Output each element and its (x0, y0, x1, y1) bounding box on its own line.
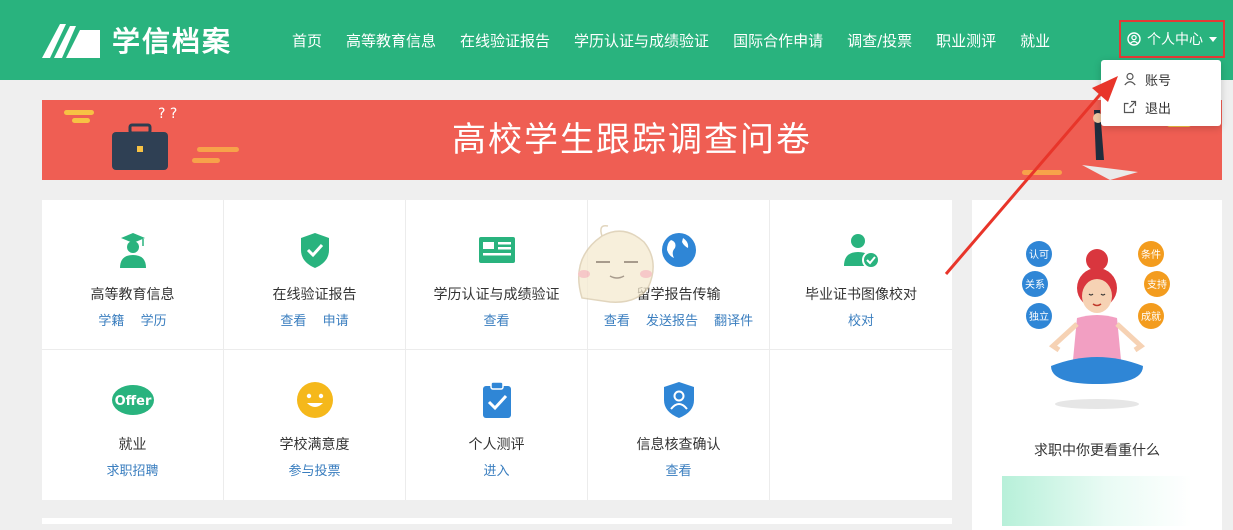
mascot-watermark-icon (578, 224, 654, 303)
link-view[interactable]: 查看 (604, 314, 630, 329)
logo-text: 学信档案 (112, 25, 233, 58)
service-title: 个人测评 (468, 437, 525, 453)
shield-user-icon (663, 382, 694, 418)
sidebar-caption: 求职中你更看重什么 (1034, 443, 1160, 459)
sidebar-card[interactable]: 认可 关系 独立 条件 支持 成就 求职中你更看重什么 (972, 200, 1222, 530)
nav-home[interactable]: 首页 (292, 30, 322, 51)
smiley-icon (296, 382, 333, 418)
offer-icon: Offer (111, 385, 154, 415)
bubble-text: 独立 (1029, 310, 1049, 323)
service-employment[interactable]: Offer 就业 求职招聘 (42, 350, 224, 500)
user-center-menu[interactable]: 个人中心 (1119, 20, 1225, 58)
service-title: 毕业证书图像校对 (805, 287, 917, 303)
bubble-text: 关系 (1025, 278, 1045, 291)
user-circle-icon (1127, 32, 1141, 46)
nav-employment[interactable]: 就业 (1020, 30, 1050, 51)
service-title: 高等教育信息 (90, 287, 175, 303)
dropdown-item-logout[interactable]: 退出 (1101, 93, 1221, 121)
offer-icon-text: Offer (114, 394, 151, 409)
service-degree-certification[interactable]: 学历认证与成绩验证 查看 (406, 200, 588, 350)
service-grid: 高等教育信息 学籍 学历 在线验证报告 查看 申请 学历认证与成绩验证 查看 留… (42, 200, 952, 500)
graduate-icon (119, 233, 146, 268)
id-card-icon (478, 237, 515, 263)
survey-banner[interactable]: ? ? 高校学生跟踪调查问卷 (42, 100, 1222, 180)
logout-icon (1123, 100, 1137, 114)
link-send-report[interactable]: 发送报告 (646, 314, 698, 329)
nav-survey-vote[interactable]: 调查/投票 (847, 30, 912, 51)
logo-icon (42, 24, 100, 58)
service-school-satisfaction[interactable]: 学校满意度 参与投票 (224, 350, 406, 500)
service-diploma-image-check[interactable]: 毕业证书图像校对 校对 (770, 200, 952, 350)
bubble-text: 条件 (1141, 248, 1161, 261)
user-check-icon (844, 234, 880, 269)
user-icon (1124, 72, 1136, 86)
bubble-text: 支持 (1147, 278, 1167, 291)
bubble-text: 认可 (1029, 248, 1049, 261)
user-dropdown: 账号 退出 (1101, 60, 1221, 126)
service-info-verification[interactable]: 信息核查确认 查看 (588, 350, 770, 500)
link-enter[interactable]: 进入 (483, 464, 509, 479)
service-online-verification-report[interactable]: 在线验证报告 查看 申请 (224, 200, 406, 350)
globe-icon (661, 233, 696, 267)
dropdown-account-label: 账号 (1145, 73, 1172, 89)
link-academic-degree[interactable]: 学历 (141, 314, 167, 329)
service-higher-education-info[interactable]: 高等教育信息 学籍 学历 (42, 200, 224, 350)
service-title: 在线验证报告 (272, 287, 357, 303)
dropdown-logout-label: 退出 (1145, 101, 1172, 117)
banner-title: 高校学生跟踪调查问卷 (452, 120, 812, 160)
service-title: 学历认证与成绩验证 (433, 287, 560, 303)
top-header: 学信档案 首页 高等教育信息 在线验证报告 学历认证与成绩验证 国际合作申请 调… (0, 0, 1233, 80)
logo[interactable]: 学信档案 (40, 18, 232, 62)
chevron-down-icon (1209, 36, 1217, 42)
service-title: 就业 (118, 437, 147, 453)
link-check[interactable]: 校对 (848, 314, 874, 329)
link-vote[interactable]: 参与投票 (288, 464, 340, 479)
next-section-strip (42, 518, 952, 524)
sidebar-thumbnail[interactable] (1002, 476, 1192, 526)
user-center-label: 个人中心 (1147, 32, 1203, 48)
nav-higher-education-info[interactable]: 高等教育信息 (346, 30, 436, 51)
link-view[interactable]: 查看 (665, 464, 691, 479)
banner-deco-line (1022, 170, 1062, 175)
clipboard-check-icon (482, 381, 511, 418)
nav-international-cooperation[interactable]: 国际合作申请 (733, 30, 823, 51)
dropdown-item-account[interactable]: 账号 (1101, 65, 1221, 93)
main-nav: 首页 高等教育信息 在线验证报告 学历认证与成绩验证 国际合作申请 调查/投票 … (292, 0, 1050, 80)
link-view[interactable]: 查看 (483, 314, 509, 329)
link-apply[interactable]: 申请 (323, 314, 349, 329)
service-personal-assessment[interactable]: 个人测评 进入 (406, 350, 588, 500)
link-view[interactable]: 查看 (280, 314, 306, 329)
service-title: 学校满意度 (279, 437, 350, 453)
nav-career-assessment[interactable]: 职业测评 (936, 30, 996, 51)
link-job-search[interactable]: 求职招聘 (106, 464, 158, 479)
bubble-text: 成就 (1141, 310, 1161, 323)
link-student-status[interactable]: 学籍 (98, 314, 124, 329)
link-translation[interactable]: 翻译件 (714, 314, 753, 329)
nav-degree-certification[interactable]: 学历认证与成绩验证 (574, 30, 709, 51)
nav-online-verification-report[interactable]: 在线验证报告 (460, 30, 550, 51)
service-title: 信息核查确认 (636, 437, 721, 453)
meditating-girl-illustration: 认可 关系 独立 条件 支持 成就 (1022, 241, 1170, 409)
shield-check-icon (300, 233, 329, 268)
